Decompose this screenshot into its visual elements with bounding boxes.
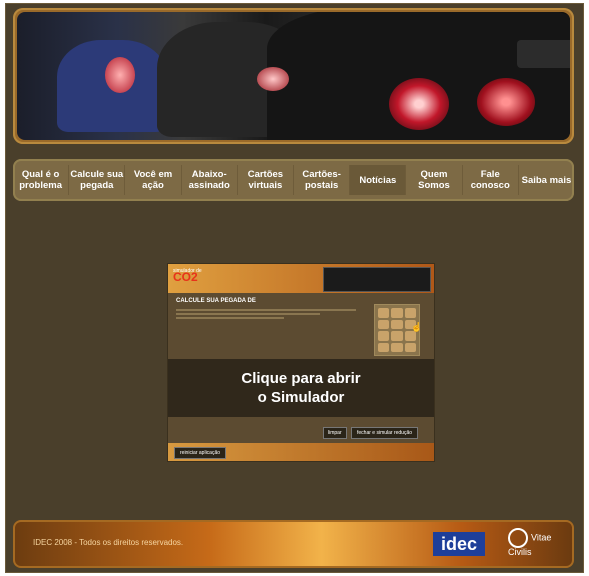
footer: IDEC 2008 - Todos os direitos reservados… (13, 520, 574, 568)
simulator-preview[interactable]: simulador de CO2 CALCULE SUA PEGADA DE C… (167, 263, 435, 462)
open-simulator-overlay[interactable]: Clique para abrir o Simulador (168, 359, 434, 417)
car-window (517, 40, 570, 68)
idec-logo[interactable]: idec (433, 532, 485, 556)
co2-counter-panel (323, 267, 431, 292)
tail-light (477, 78, 535, 126)
header-banner (13, 8, 574, 144)
nav-item-calcule[interactable]: Calcule sua pegada (69, 165, 126, 195)
nav-item-cartoes-virtuais[interactable]: Cartões virtuais (238, 165, 295, 195)
simulator-body: CALCULE SUA PEGADA DE Clique para abrir … (168, 293, 434, 443)
simulator-title: CALCULE SUA PEGADA DE (176, 298, 259, 304)
swirl-icon (508, 528, 528, 548)
clear-button[interactable]: limpar (323, 427, 347, 439)
simulator-logo: simulador de CO2 (173, 268, 202, 283)
nav-item-noticias[interactable]: Notícias (350, 165, 407, 195)
nav-item-saiba-mais[interactable]: Saiba mais (519, 165, 574, 195)
nav-item-voce-em-acao[interactable]: Você em ação (125, 165, 182, 195)
tail-light (389, 78, 449, 130)
simulator-footer: reiniciar aplicação limpar fechar e simu… (168, 427, 434, 461)
nav-item-cartoes-postais[interactable]: Cartões-postais (294, 165, 351, 195)
simulator-title-text: CALCULE SUA PEGADA DE (176, 298, 256, 304)
tail-light (105, 57, 135, 93)
open-simulator-text[interactable]: Clique para abrir o Simulador (236, 369, 366, 407)
reset-button[interactable]: reiniciar aplicação (174, 447, 227, 459)
cars-photo (17, 12, 570, 140)
nav-item-problema[interactable]: Qual é o problema (13, 165, 70, 195)
co2-label: CO2 (173, 270, 198, 284)
cursor-icon: ☝ (411, 322, 423, 332)
vitae-civilis-logo[interactable]: Vitae Civilis (508, 528, 574, 557)
simulator-header: simulador de CO2 (168, 264, 434, 293)
nav-item-fale-conosco[interactable]: Fale conosco (463, 165, 519, 195)
nav-item-abaixo-assinado[interactable]: Abaixo-assinado (182, 165, 238, 195)
nav-item-quem-somos[interactable]: Quem Somos (406, 165, 463, 195)
copyright-text: IDEC 2008 - Todos os direitos reservados… (33, 538, 184, 547)
main-nav: Qual é o problema Calcule sua pegada Voc… (13, 159, 574, 201)
simulate-button[interactable]: fechar e simular redução (351, 427, 419, 439)
simulator-text-block (176, 307, 356, 321)
tail-light (257, 67, 289, 91)
